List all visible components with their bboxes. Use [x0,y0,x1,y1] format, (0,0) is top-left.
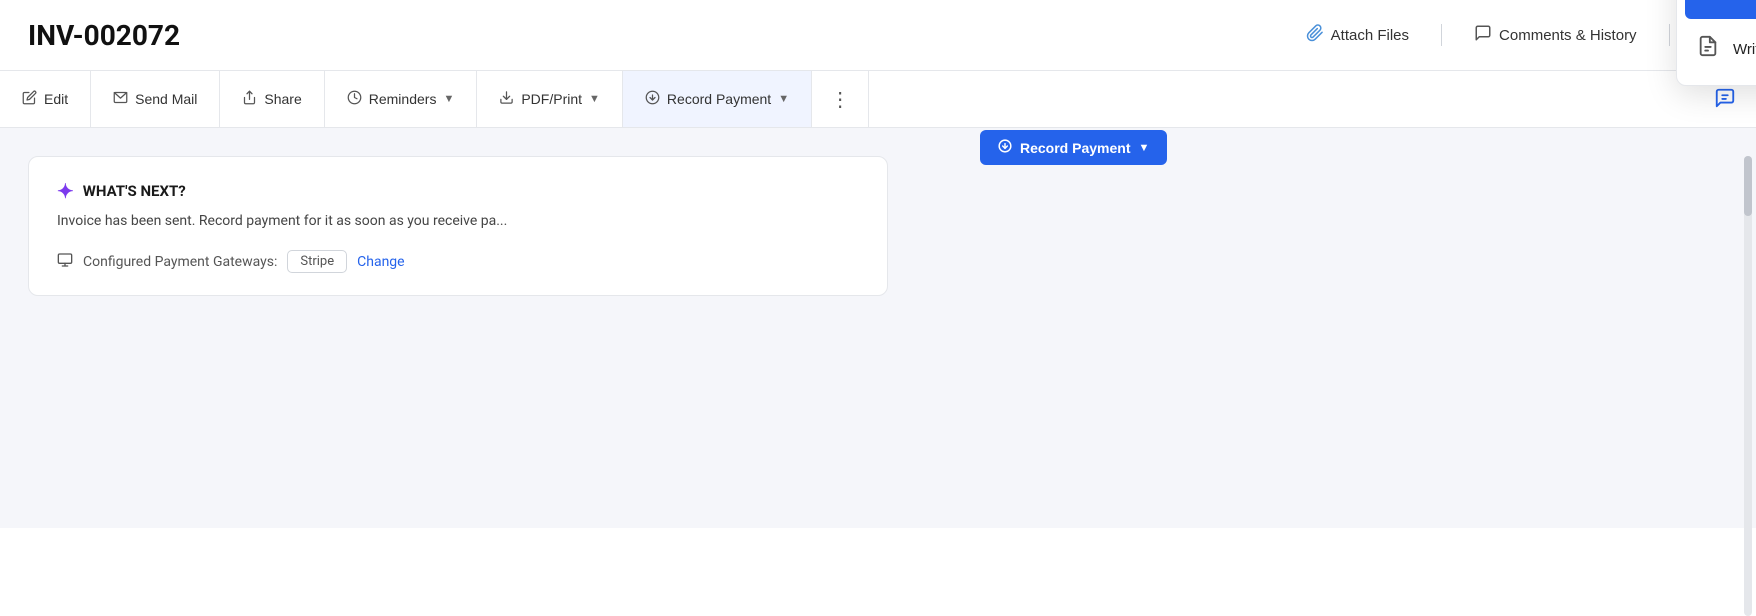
more-icon: ⋮ [830,87,850,112]
pdf-print-label: PDF/Print [521,91,582,107]
whats-next-title: WHAT'S NEXT? [83,182,186,200]
header-actions: Attach Files Comments & History ✕ [1298,18,1728,52]
record-payment-card-icon [998,139,1012,156]
dropdown-menu: Record Payment Charge Customer Write Off [1676,0,1756,86]
record-payment-card-button[interactable]: Record Payment ▼ [980,130,1167,165]
dropdown-item-write-off[interactable]: Write Off [1677,21,1756,77]
header-divider-2 [1669,24,1670,46]
record-payment-toolbar-button[interactable]: Record Payment ▼ [623,71,812,127]
paperclip-icon [1306,24,1324,46]
pdf-print-button[interactable]: PDF/Print ▼ [477,71,623,127]
scrollbar-thumb[interactable] [1744,156,1752,216]
header-divider [1441,24,1442,46]
reminders-button[interactable]: Reminders ▼ [325,71,478,127]
send-mail-label: Send Mail [135,91,197,107]
chat-icon [1714,87,1736,112]
record-payment-card-chevron-icon: ▼ [1138,142,1149,154]
sparkle-icon: ✦ [57,179,74,203]
dropdown-write-off-icon [1697,35,1719,63]
change-link[interactable]: Change [357,254,404,270]
comments-history-label: Comments & History [1499,27,1637,44]
edit-icon [22,90,37,108]
whats-next-text: Invoice has been sent. Record payment fo… [57,211,859,232]
reminders-chevron-icon: ▼ [443,93,454,105]
record-payment-toolbar-label: Record Payment [667,91,771,107]
page-title: INV-002072 [28,19,180,52]
reminders-icon [347,90,362,108]
record-payment-toolbar-icon [645,90,660,108]
more-button[interactable]: ⋮ [812,71,869,127]
scrollbar-track [1744,156,1752,616]
dropdown-write-off-label: Write Off [1733,41,1756,58]
comment-icon [1474,24,1492,46]
stripe-badge: Stripe [287,250,347,273]
attach-files-label: Attach Files [1331,27,1409,44]
dropdown-item-charge-customer[interactable]: Charge Customer [1685,0,1756,19]
main-content: ✦ WHAT'S NEXT? Invoice has been sent. Re… [0,128,1756,528]
toolbar: Edit Send Mail Share Reminders ▼ PDF/Pri… [0,71,1756,128]
dropdown-charge-customer-icon [1699,0,1721,5]
edit-button[interactable]: Edit [0,71,91,127]
pdf-print-chevron-icon: ▼ [589,93,600,105]
send-mail-button[interactable]: Send Mail [91,71,220,127]
send-mail-icon [113,90,128,108]
payment-gateways: Configured Payment Gateways: Stripe Chan… [57,250,859,273]
page-header: INV-002072 Attach Files Comments & Histo… [0,0,1756,71]
whats-next-card: ✦ WHAT'S NEXT? Invoice has been sent. Re… [28,156,888,296]
share-icon [242,90,257,108]
share-label: Share [264,91,301,107]
reminders-label: Reminders [369,91,437,107]
edit-label: Edit [44,91,68,107]
record-payment-card-label: Record Payment [1020,140,1130,156]
comments-history-button[interactable]: Comments & History [1466,20,1645,50]
record-payment-toolbar-chevron-icon: ▼ [778,93,789,105]
share-button[interactable]: Share [220,71,324,127]
pdf-print-icon [499,90,514,108]
attach-files-button[interactable]: Attach Files [1298,20,1417,50]
gateway-terminal-icon [57,252,73,272]
whats-next-header: ✦ WHAT'S NEXT? [57,179,859,203]
gateways-label: Configured Payment Gateways: [83,254,277,270]
